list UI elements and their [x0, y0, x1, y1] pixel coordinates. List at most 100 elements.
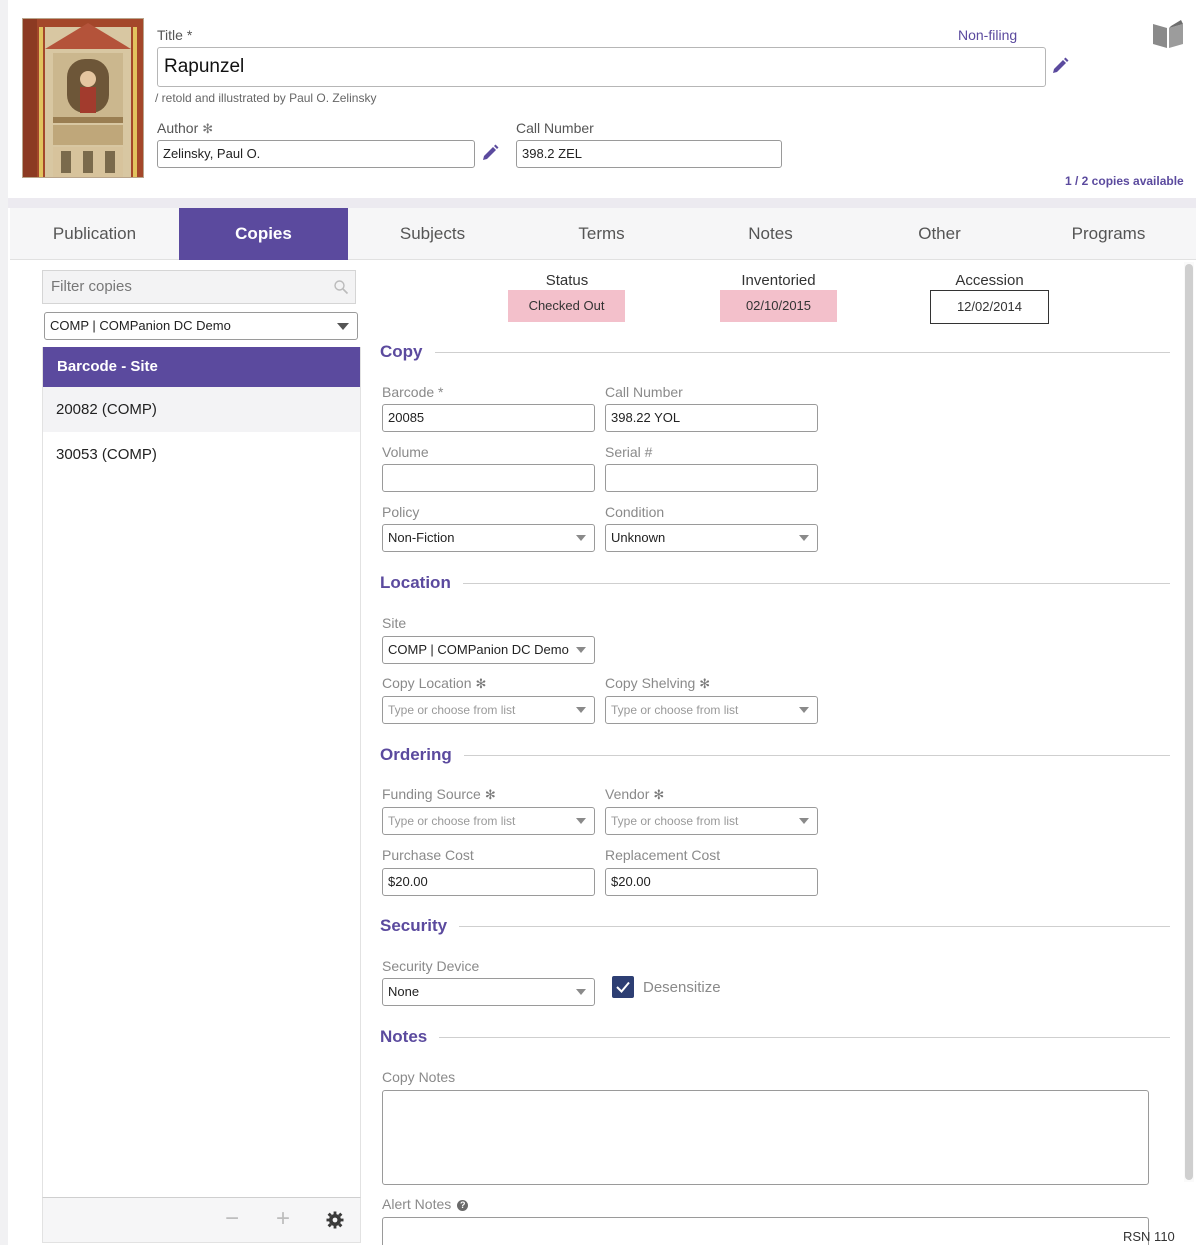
funding-source-combobox[interactable]: Type or choose from list — [382, 807, 595, 835]
copy-shelving-combobox[interactable]: Type or choose from list — [605, 696, 818, 724]
tab-notes[interactable]: Notes — [686, 208, 855, 260]
chevron-down-icon — [799, 707, 809, 713]
title-input[interactable]: Rapunzel — [157, 47, 1046, 87]
book-cover-image — [22, 18, 144, 178]
condition-value: Unknown — [611, 530, 666, 545]
accession-label: Accession — [955, 272, 1024, 289]
site-select[interactable]: COMP | COMPanion DC Demo — [382, 636, 595, 664]
tab-subjects[interactable]: Subjects — [348, 208, 517, 260]
edit-author-pencil-icon[interactable] — [481, 144, 499, 162]
condition-select[interactable]: Unknown — [605, 524, 818, 552]
notes-section-title: Notes — [380, 1027, 440, 1047]
vendor-placeholder: Type or choose from list — [611, 814, 739, 828]
title-label: Title * — [157, 27, 193, 43]
desensitize-label: Desensitize — [643, 979, 721, 996]
non-filing-link[interactable]: Non-filing — [958, 27, 1017, 43]
copy-shelving-placeholder: Type or choose from list — [611, 703, 739, 717]
chevron-down-icon — [576, 818, 586, 824]
location-section-header: Location — [380, 573, 1170, 593]
chevron-down-icon — [576, 989, 586, 995]
desensitize-checkbox[interactable] — [612, 976, 634, 998]
copies-available-link[interactable]: 1 / 2 copies available — [1065, 174, 1184, 188]
title-header: Title * Non-filing Rapunzel / retold and… — [8, 6, 1196, 198]
call-number-input[interactable]: 398.2 ZEL — [516, 140, 782, 168]
purchase-cost-input[interactable]: $20.00 — [382, 868, 595, 896]
site-filter-select[interactable]: COMP | COMPanion DC Demo — [44, 312, 358, 340]
copy-location-combobox[interactable]: Type or choose from list — [382, 696, 595, 724]
copy-call-number-input[interactable]: 398.22 YOL — [605, 404, 818, 432]
chevron-down-icon — [576, 707, 586, 713]
title-subtitle: / retold and illustrated by Paul O. Zeli… — [155, 91, 377, 105]
replacement-cost-label: Replacement Cost — [605, 847, 721, 863]
page-left-edge — [0, 0, 8, 1245]
tab-publication[interactable]: Publication — [10, 208, 179, 260]
checkmark-icon — [616, 981, 630, 993]
security-section-title: Security — [380, 916, 460, 936]
help-icon[interactable]: ? — [457, 1200, 469, 1211]
security-section-header: Security — [380, 916, 1170, 936]
list-item[interactable]: 30053 (COMP) — [43, 432, 360, 477]
accession-value[interactable]: 12/02/2014 — [930, 290, 1049, 324]
barcode-input[interactable]: 20085 — [382, 404, 595, 432]
edit-title-pencil-icon[interactable] — [1051, 57, 1069, 75]
site-value: COMP | COMPanion DC Demo — [388, 642, 569, 657]
list-item[interactable]: 20082 (COMP) — [43, 387, 360, 432]
replacement-cost-input[interactable]: $20.00 — [605, 868, 818, 896]
status-label: Status — [545, 272, 589, 289]
tab-programs[interactable]: Programs — [1024, 208, 1193, 260]
funding-source-label: Funding Source ✻ — [382, 786, 496, 802]
vendor-label: Vendor ✻ — [605, 786, 665, 802]
policy-value: Non-Fiction — [388, 530, 455, 545]
author-input[interactable]: Zelinsky, Paul O. — [157, 140, 475, 168]
chevron-down-icon — [337, 323, 349, 330]
required-asterisk-icon: ✻ — [484, 787, 496, 802]
required-asterisk-icon: ✻ — [475, 676, 487, 691]
location-section-title: Location — [380, 573, 463, 593]
tab-copies[interactable]: Copies — [179, 208, 348, 260]
policy-label: Policy — [382, 504, 420, 520]
vendor-combobox[interactable]: Type or choose from list — [605, 807, 818, 835]
filter-copies-placeholder: Filter copies — [51, 278, 132, 295]
required-asterisk-icon: ✻ — [202, 121, 214, 136]
tab-other[interactable]: Other — [855, 208, 1024, 260]
rsn-label: RSN 110 — [1123, 1229, 1175, 1244]
remove-copy-button[interactable]: − — [225, 1207, 239, 1231]
add-copy-button[interactable]: + — [276, 1207, 290, 1231]
call-number-label: Call Number — [516, 120, 594, 136]
copy-notes-label: Copy Notes — [382, 1069, 456, 1085]
filter-copies-input[interactable]: Filter copies — [42, 270, 356, 304]
status-badge: Checked Out — [508, 290, 625, 322]
purchase-cost-label: Purchase Cost — [382, 847, 474, 863]
funding-source-placeholder: Type or choose from list — [388, 814, 516, 828]
copy-section-header: Copy — [380, 342, 1170, 362]
copy-call-number-label: Call Number — [605, 384, 683, 400]
ordering-section-title: Ordering — [380, 745, 464, 765]
serial-input[interactable] — [605, 464, 818, 492]
inventoried-label: Inventoried — [741, 272, 816, 289]
copy-section-title: Copy — [380, 342, 435, 362]
security-device-select[interactable]: None — [382, 978, 595, 1006]
required-asterisk-icon: ✻ — [699, 676, 711, 691]
barcode-label: Barcode * — [382, 384, 444, 400]
site-label: Site — [382, 615, 407, 631]
gear-icon[interactable] — [326, 1211, 344, 1229]
chevron-down-icon — [799, 818, 809, 824]
volume-input[interactable] — [382, 464, 595, 492]
copy-location-label: Copy Location ✻ — [382, 675, 487, 691]
book-icon — [1153, 20, 1183, 48]
author-label: Author ✻ — [157, 120, 214, 136]
copies-panel: Filter copies COMP | COMPanion DC Demo B… — [42, 268, 361, 1244]
policy-select[interactable]: Non-Fiction — [382, 524, 595, 552]
copy-location-placeholder: Type or choose from list — [388, 703, 516, 717]
notes-section-header: Notes — [380, 1027, 1170, 1047]
copy-notes-textarea[interactable] — [382, 1090, 1149, 1185]
list-header[interactable]: Barcode - Site — [43, 347, 360, 387]
scrollbar-thumb[interactable] — [1185, 264, 1193, 1180]
alert-notes-textarea[interactable] — [382, 1217, 1149, 1245]
search-icon — [334, 280, 349, 295]
tab-terms[interactable]: Terms — [517, 208, 686, 260]
chevron-down-icon — [576, 647, 586, 653]
required-asterisk-icon: ✻ — [653, 787, 665, 802]
list-footer: − + — [42, 1197, 361, 1243]
header-divider — [8, 198, 1196, 208]
